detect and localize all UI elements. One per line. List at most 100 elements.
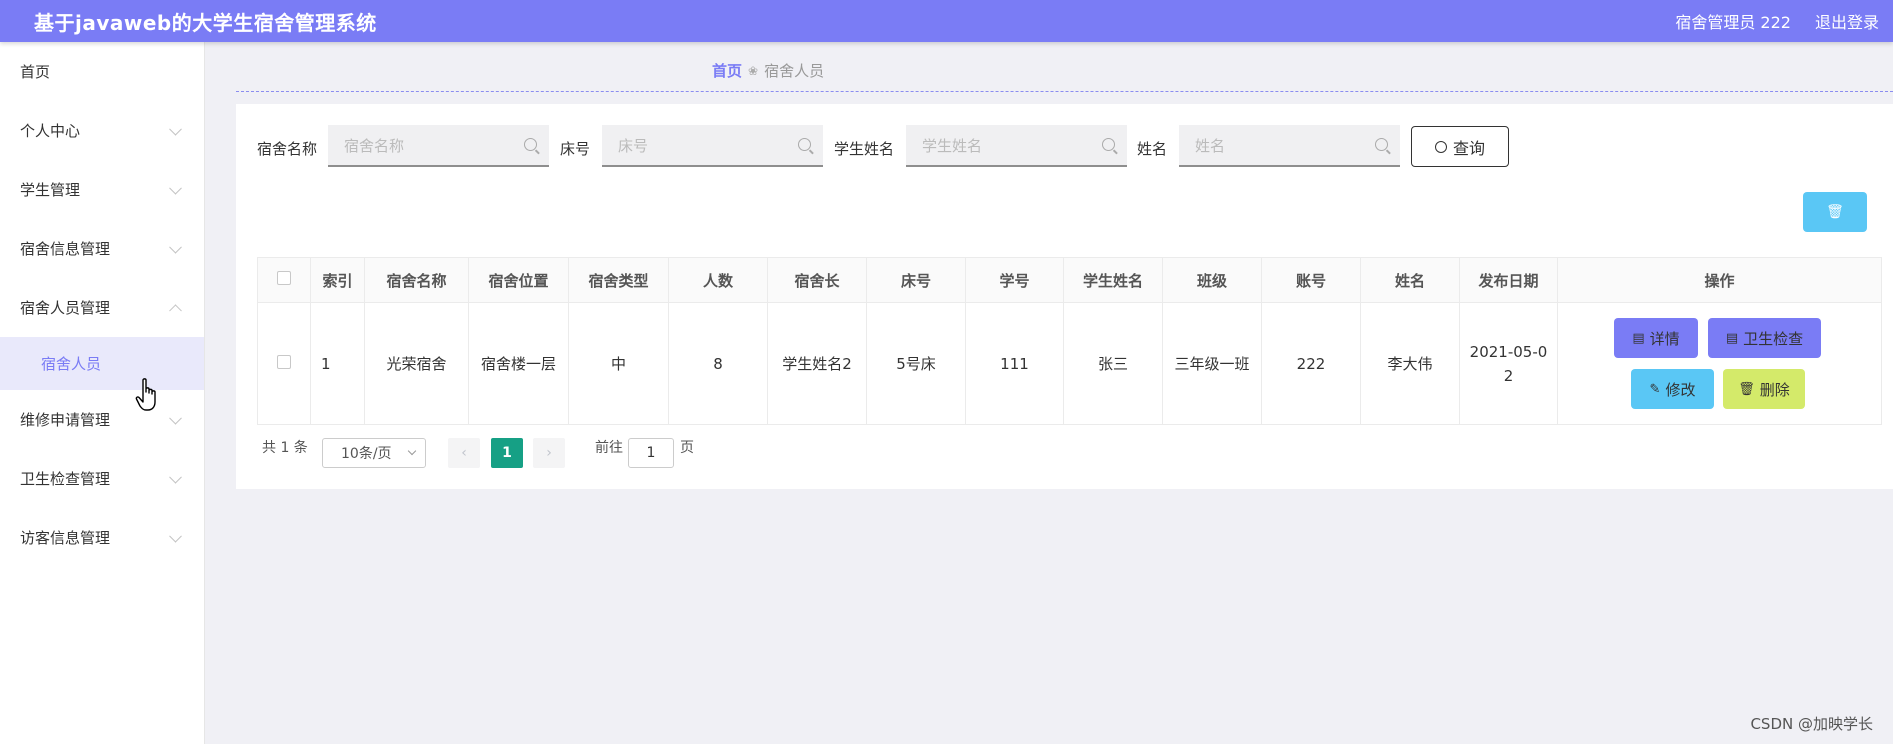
search-icon bbox=[524, 138, 537, 151]
cell-class: 三年级一班 bbox=[1162, 302, 1262, 425]
column-header: 宿舍类型 bbox=[568, 257, 669, 303]
column-header: 发布日期 bbox=[1459, 257, 1558, 303]
chevron-down-icon bbox=[407, 446, 417, 456]
cell-date: 2021-05-0 2 bbox=[1459, 302, 1558, 425]
date-line-2: 2 bbox=[1503, 366, 1514, 385]
sidebar-item-dorm-info[interactable]: 宿舍信息管理 bbox=[0, 219, 204, 278]
breadcrumb-home[interactable]: 首页 bbox=[712, 60, 742, 81]
cell-count: 8 bbox=[668, 302, 768, 425]
chevron-left-icon: ‹ bbox=[461, 445, 467, 461]
dorm-name-label: 宿舍名称 bbox=[257, 140, 318, 158]
cell-bed: 5号床 bbox=[866, 302, 966, 425]
detail-button[interactable]: ▤ 详情 bbox=[1614, 318, 1698, 358]
column-header: 宿舍长 bbox=[767, 257, 867, 303]
page-suffix: 页 bbox=[680, 440, 694, 456]
sidebar-item-label: 卫生检查管理 bbox=[20, 470, 111, 488]
sidebar-item-visitors[interactable]: 访客信息管理 bbox=[0, 508, 204, 567]
sidebar-item-repairs[interactable]: 维修申请管理 bbox=[0, 390, 204, 449]
name-input[interactable]: 姓名 bbox=[1179, 125, 1400, 167]
edit-button-label: 修改 bbox=[1665, 380, 1696, 399]
cell-index: 1 bbox=[310, 302, 365, 425]
chevron-down-icon bbox=[169, 411, 182, 425]
chevron-right-icon: › bbox=[546, 445, 552, 461]
search-icon bbox=[1102, 138, 1115, 151]
next-page-button[interactable]: › bbox=[533, 438, 565, 468]
watermark: CSDN @加映学长 bbox=[1750, 715, 1873, 733]
row-checkbox[interactable] bbox=[257, 302, 311, 425]
sidebar-subitem-label: 宿舍人员 bbox=[41, 355, 102, 373]
document-icon: ▤ bbox=[1725, 330, 1739, 346]
bed-label: 床号 bbox=[560, 140, 591, 158]
batch-delete-button[interactable]: 🗑 bbox=[1803, 192, 1867, 232]
cell-type: 中 bbox=[568, 302, 669, 425]
app-title: 基于javaweb的大学生宿舍管理系统 bbox=[34, 10, 377, 35]
sidebar-item-label: 宿舍信息管理 bbox=[20, 240, 111, 258]
column-header: 宿舍名称 bbox=[364, 257, 469, 303]
delete-button[interactable]: 🗑 删除 bbox=[1723, 369, 1805, 409]
hygiene-check-button[interactable]: ▤ 卫生检查 bbox=[1708, 318, 1821, 358]
sidebar-item-profile[interactable]: 个人中心 bbox=[0, 101, 204, 160]
column-header: 学生姓名 bbox=[1063, 257, 1163, 303]
divider bbox=[236, 91, 1893, 92]
prev-page-button[interactable]: ‹ bbox=[448, 438, 480, 468]
student-name-input[interactable]: 学生姓名 bbox=[906, 125, 1127, 167]
page-size-value: 10条/页 bbox=[341, 446, 392, 462]
sidebar-item-label: 学生管理 bbox=[20, 181, 81, 199]
detail-button-label: 详情 bbox=[1649, 329, 1680, 348]
sidebar-item-dorm-members[interactable]: 宿舍人员管理 bbox=[0, 278, 204, 337]
breadcrumb: 首页 ❀ 宿舍人员 bbox=[712, 60, 824, 81]
checkbox-icon bbox=[277, 354, 291, 369]
sidebar-item-label: 个人中心 bbox=[20, 122, 81, 140]
chevron-down-icon bbox=[169, 240, 182, 254]
document-icon: ▤ bbox=[1632, 330, 1645, 346]
cell-student-name: 张三 bbox=[1063, 302, 1163, 425]
sidebar-subitem-dorm-members[interactable]: 宿舍人员 bbox=[0, 337, 204, 390]
checkbox-icon bbox=[277, 271, 291, 285]
chevron-up-icon bbox=[169, 303, 182, 317]
bed-input[interactable]: 床号 bbox=[602, 125, 823, 167]
cell-name: 李大伟 bbox=[1360, 302, 1460, 425]
column-header: 操作 bbox=[1557, 257, 1882, 303]
edit-button[interactable]: ✎ 修改 bbox=[1631, 369, 1714, 409]
cell-location: 宿舍楼一层 bbox=[468, 302, 569, 425]
chevron-down-icon bbox=[169, 122, 182, 136]
delete-button-label: 删除 bbox=[1759, 380, 1790, 399]
chevron-down-icon bbox=[169, 529, 182, 543]
sidebar-item-students[interactable]: 学生管理 bbox=[0, 160, 204, 219]
total-count: 共 1 条 bbox=[262, 440, 308, 456]
cell-student-no: 111 bbox=[965, 302, 1064, 425]
cell-account: 222 bbox=[1261, 302, 1361, 425]
select-all-checkbox[interactable] bbox=[257, 257, 311, 303]
sidebar: 首页 个人中心 学生管理 宿舍信息管理 宿舍人员管理 宿舍人员 维修申请管理 卫… bbox=[0, 42, 205, 744]
goto-label: 前往 bbox=[595, 440, 623, 456]
sidebar-item-hygiene[interactable]: 卫生检查管理 bbox=[0, 449, 204, 508]
query-button[interactable]: 查询 bbox=[1411, 126, 1509, 167]
sidebar-item-home[interactable]: 首页 bbox=[0, 42, 204, 101]
page-number-button[interactable]: 1 bbox=[491, 438, 523, 468]
trash-icon: 🗑 bbox=[1826, 204, 1844, 220]
dorm-name-placeholder: 宿舍名称 bbox=[344, 136, 405, 155]
trash-icon: 🗑 bbox=[1738, 381, 1755, 397]
search-icon bbox=[1434, 140, 1447, 153]
top-header: 基于javaweb的大学生宿舍管理系统 宿舍管理员 222 退出登录 bbox=[0, 0, 1893, 42]
cell-leader: 学生姓名2 bbox=[767, 302, 867, 425]
page-size-select[interactable]: 10条/页 bbox=[322, 438, 426, 468]
chevron-down-icon bbox=[169, 470, 182, 484]
column-header: 班级 bbox=[1162, 257, 1262, 303]
search-icon bbox=[798, 138, 811, 151]
goto-page-input[interactable]: 1 bbox=[628, 438, 674, 468]
breadcrumb-separator-icon: ❀ bbox=[748, 63, 759, 78]
hand-cursor-icon bbox=[135, 378, 156, 411]
sidebar-item-label: 首页 bbox=[20, 63, 51, 81]
cell-dorm-name: 光荣宿舍 bbox=[364, 302, 469, 425]
bed-placeholder: 床号 bbox=[618, 136, 649, 155]
logout-link[interactable]: 退出登录 bbox=[1815, 9, 1879, 33]
dorm-name-input[interactable]: 宿舍名称 bbox=[328, 125, 549, 167]
student-name-placeholder: 学生姓名 bbox=[922, 136, 983, 155]
column-header: 宿舍位置 bbox=[468, 257, 569, 303]
edit-icon: ✎ bbox=[1649, 381, 1661, 397]
column-header: 索引 bbox=[310, 257, 365, 303]
sidebar-item-label: 维修申请管理 bbox=[20, 411, 111, 429]
column-header: 账号 bbox=[1261, 257, 1361, 303]
chevron-down-icon bbox=[169, 181, 182, 195]
